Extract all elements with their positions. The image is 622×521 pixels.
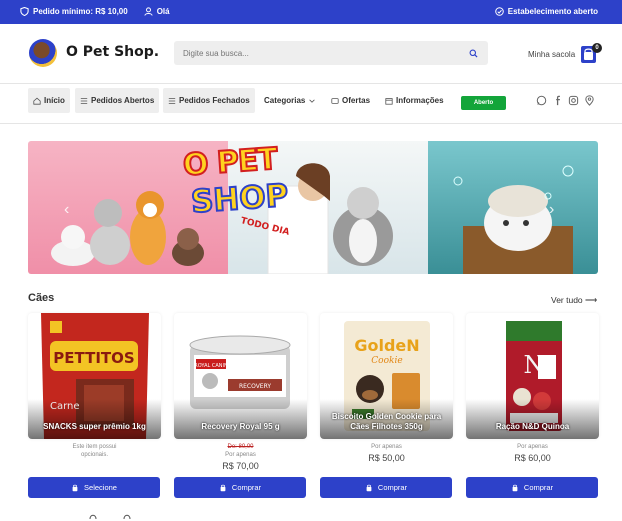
- nav-label: Categorias: [264, 96, 306, 105]
- logo-image[interactable]: [29, 39, 57, 67]
- check-circle-icon: [494, 7, 504, 16]
- svg-text:PETTITOS: PETTITOS: [53, 349, 134, 367]
- svg-text:ROYAL CANIN: ROYAL CANIN: [194, 363, 228, 369]
- header: O Pet Shop. Minha sacola 0: [0, 24, 622, 84]
- shopping-bag-icon: [220, 484, 226, 491]
- product-info: Por apenas R$ 50,00: [320, 443, 453, 463]
- product-info: Por apenas R$ 60,00: [466, 443, 599, 463]
- nav-label: Pedidos Fechados: [179, 96, 250, 105]
- button-label: Comprar: [377, 483, 408, 492]
- button-label: Comprar: [523, 483, 554, 492]
- price-prefix: Por apenas: [225, 452, 256, 458]
- buy-button[interactable]: Comprar: [320, 477, 452, 498]
- card-shade: [174, 399, 307, 439]
- product-card[interactable]: GoldeN Cookie Biscoito Golden Cookie par…: [320, 313, 453, 439]
- card-shade: [466, 399, 599, 439]
- carousel-next-icon[interactable]: ›: [549, 201, 554, 219]
- svg-text:Cookie: Cookie: [371, 356, 402, 366]
- nav-label: Início: [44, 96, 65, 105]
- carousel-prev-icon[interactable]: ‹: [64, 201, 69, 219]
- facebook-icon[interactable]: [553, 95, 564, 106]
- card-shade: [28, 399, 161, 439]
- nav-label: Informações: [396, 96, 444, 105]
- chevron-down-icon: [309, 99, 316, 103]
- product-name: Recovery Royal 95 g: [201, 422, 280, 431]
- tag-icon: [331, 97, 339, 104]
- open-status-badge: Aberto: [461, 96, 506, 110]
- svg-text:GoldeN: GoldeN: [354, 336, 419, 355]
- nav-item-informacoes[interactable]: Informações: [380, 88, 449, 113]
- svg-text:RECOVERY: RECOVERY: [239, 383, 271, 390]
- old-price: De: 80,00: [227, 444, 254, 450]
- product-card[interactable]: PETTITOS Carne SNACKS super prêmio 1kg: [28, 313, 161, 439]
- product-price: R$ 50,00: [368, 453, 405, 463]
- price-prefix: Por apenas: [517, 444, 548, 450]
- next-section-icons-peek: [88, 512, 138, 520]
- min-order-text: Pedido mínimo: R$ 10,00: [33, 7, 128, 16]
- product-name: SNACKS super prêmio 1kg: [43, 422, 146, 431]
- cart-label[interactable]: Minha sacola: [528, 50, 575, 59]
- price-prefix: Por apenas: [371, 444, 402, 450]
- store-status-text: Estabelecimento aberto: [507, 7, 598, 16]
- instagram-icon[interactable]: [568, 95, 579, 106]
- shopping-bag-icon: [72, 484, 78, 491]
- top-bar: Pedido mínimo: R$ 10,00 Olá Estabelecime…: [0, 0, 622, 24]
- banner-brand-line1: O PET: [181, 141, 279, 184]
- list-icon: [80, 97, 88, 104]
- nav-item-pedidos-fechados[interactable]: Pedidos Fechados: [163, 88, 255, 113]
- product-name: Ração N&D Quinoa: [495, 422, 570, 431]
- location-pin-icon[interactable]: [584, 95, 595, 106]
- product-price: R$ 60,00: [514, 453, 551, 463]
- search-input[interactable]: [174, 41, 488, 65]
- user-icon: [144, 7, 153, 16]
- shopping-bag-icon: [366, 484, 372, 491]
- home-icon: [33, 97, 41, 105]
- see-all-link[interactable]: Ver tudo ⟶: [551, 295, 597, 306]
- section-title: Cães: [28, 292, 55, 304]
- promo-banner-carousel[interactable]: O PET SHOP TODO DIA ‹ ›: [28, 141, 598, 274]
- nav-item-categorias[interactable]: Categorias: [259, 88, 321, 113]
- greeting-link[interactable]: Olá: [157, 7, 170, 16]
- nav-item-pedidos-abertos[interactable]: Pedidos Abertos: [75, 88, 160, 113]
- logo-text[interactable]: O Pet Shop.: [66, 44, 159, 60]
- shopping-bag-icon: [512, 484, 518, 491]
- product-note: Este item possui opcionais.: [72, 444, 117, 458]
- nav-item-ofertas[interactable]: Ofertas: [326, 88, 375, 113]
- main-nav: Início Pedidos Abertos Pedidos Fechados …: [0, 84, 622, 124]
- select-button[interactable]: Selecione: [28, 477, 160, 498]
- product-card[interactable]: ROYAL CANIN RECOVERY Recovery Royal 95 g: [174, 313, 307, 439]
- search-icon[interactable]: [469, 49, 478, 58]
- banner-brand-line2: SHOP: [189, 177, 291, 222]
- buy-button[interactable]: Comprar: [174, 477, 306, 498]
- calendar-icon: [385, 97, 393, 105]
- product-info: Este item possui opcionais.: [28, 443, 161, 459]
- shield-icon: [20, 7, 29, 16]
- product-info: De: 80,00 Por apenas R$ 70,00: [174, 443, 307, 471]
- button-label: Selecione: [84, 483, 117, 492]
- nav-item-inicio[interactable]: Início: [28, 88, 70, 113]
- banner-cat-image: [428, 141, 598, 274]
- nav-label: Ofertas: [342, 96, 371, 105]
- cart-count-badge: 0: [592, 43, 602, 53]
- whatsapp-icon[interactable]: [536, 95, 547, 106]
- buy-button[interactable]: Comprar: [466, 477, 598, 498]
- product-name: Biscoito Golden Cookie para Cães Filhote…: [331, 412, 442, 431]
- product-price: R$ 70,00: [222, 461, 259, 471]
- button-label: Comprar: [231, 483, 262, 492]
- list-icon: [168, 97, 176, 104]
- nav-label: Pedidos Abertos: [91, 96, 155, 105]
- product-card[interactable]: N Ração N&D Quinoa: [466, 313, 599, 439]
